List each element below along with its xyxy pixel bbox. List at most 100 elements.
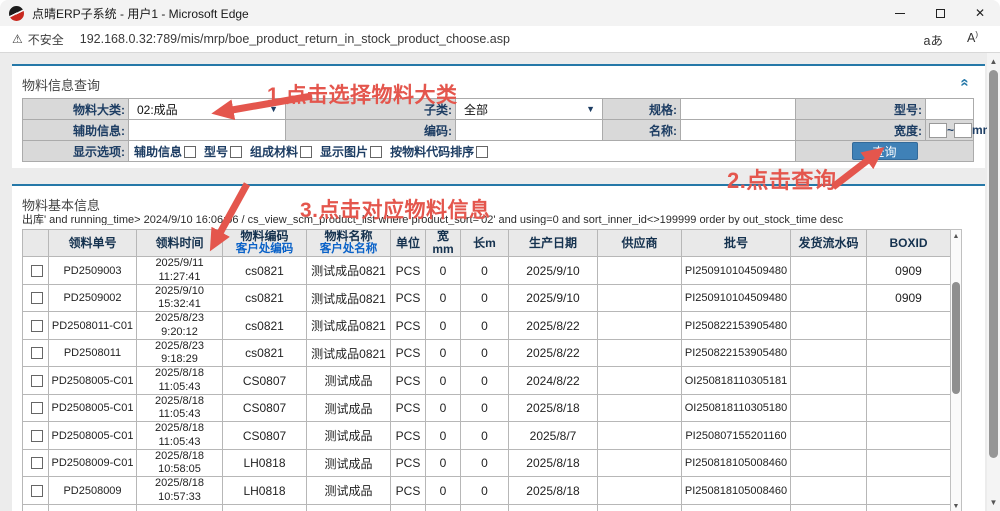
model-input[interactable]	[929, 100, 970, 119]
display-option-label: 辅助信息	[134, 145, 182, 159]
material-code-cell: LH0818	[223, 449, 307, 477]
table-row[interactable]: PD25080112025/8/239:18:29cs0821测试成品0821P…	[23, 339, 951, 367]
row-checkbox[interactable]	[31, 430, 43, 442]
scroll-up-icon[interactable]: ▲	[987, 55, 1000, 68]
spec-input[interactable]	[684, 100, 792, 119]
order-no-cell: PD2508011-C01	[49, 312, 137, 340]
scroll-up-icon[interactable]: ▲	[951, 230, 961, 242]
collapse-panel-icon[interactable]: «	[957, 78, 972, 86]
column-header: 物料名称客户处名称	[307, 230, 391, 257]
minimize-button[interactable]	[880, 0, 920, 26]
unit-cell: PCS	[391, 284, 426, 312]
display-option-checkbox[interactable]	[476, 146, 488, 158]
supplier-cell	[598, 312, 682, 340]
order-no-cell: PD2508005-C01	[49, 394, 137, 422]
prod-date-cell: 2025/8/18	[509, 394, 598, 422]
request-time-cell: 2025/8/239:20:12	[137, 312, 223, 340]
width-cell: 0	[426, 477, 461, 505]
unit-cell: PCS	[391, 422, 426, 450]
width-cell: 0	[426, 394, 461, 422]
row-checkbox[interactable]	[31, 292, 43, 304]
subclass-select[interactable]: 全部 ▼	[459, 99, 599, 119]
display-option-checkbox[interactable]	[300, 146, 312, 158]
boxid-cell: 0909	[867, 284, 951, 312]
order-no-cell: PD2509003	[49, 257, 137, 285]
table-row[interactable]: PD2508005-C012025/8/1811:05:43CS0807测试成品…	[23, 422, 951, 450]
scroll-down-icon[interactable]: ▼	[951, 500, 961, 511]
request-time-cell: 2025/8/1811:05:43	[137, 367, 223, 395]
url-text[interactable]: 192.168.0.32:789/mis/mrp/boe_product_ret…	[80, 32, 510, 46]
warning-icon: ⚠	[12, 32, 23, 46]
prod-date-cell: 2024/8/22	[509, 367, 598, 395]
width-tilde: ~	[947, 123, 954, 137]
maximize-button[interactable]	[920, 0, 960, 26]
code-input[interactable]	[459, 121, 599, 140]
table-row[interactable]: PD2508009-C012025/8/1810:58:05LH0818测试成品…	[23, 449, 951, 477]
unit-cell: PCS	[391, 394, 426, 422]
serial-cell	[791, 449, 867, 477]
window-titlebar: 点晴ERP子系统 - 用户1 - Microsoft Edge ✕	[0, 0, 1000, 26]
browser-scrollbar-thumb[interactable]	[989, 70, 998, 458]
close-button[interactable]: ✕	[960, 0, 1000, 26]
row-checkbox[interactable]	[31, 485, 43, 497]
row-checkbox[interactable]	[31, 457, 43, 469]
aux-info-input[interactable]	[132, 121, 282, 140]
security-label: 不安全	[28, 31, 64, 48]
display-options-label: 显示选项:	[23, 141, 129, 162]
batch-no-cell: PI250818105008460	[682, 477, 791, 505]
length-cell: 0	[461, 477, 509, 505]
prod-date-cell: 2025/8/7	[509, 422, 598, 450]
column-header: 宽mm	[426, 230, 461, 257]
row-checkbox[interactable]	[31, 265, 43, 277]
table-row[interactable]: PD25090032025/9/1111:27:41cs0821测试成品0821…	[23, 257, 951, 285]
display-option-checkbox[interactable]	[230, 146, 242, 158]
table-scrollbar[interactable]: ▲ ▼	[950, 229, 962, 511]
display-option-checkbox[interactable]	[184, 146, 196, 158]
material-name-cell: 测试成品	[307, 449, 391, 477]
material-code-cell: CS0807	[223, 394, 307, 422]
row-checkbox[interactable]	[31, 375, 43, 387]
width-cell: 0	[426, 504, 461, 511]
browser-scrollbar[interactable]: ▲ ▼	[987, 53, 1000, 511]
aux-info-label: 辅助信息:	[23, 120, 129, 141]
search-button[interactable]: 查询	[852, 142, 918, 160]
query-panel: 物料信息查询 « 物料大类: 02:成品 ▼ 子类: 全部	[12, 64, 985, 168]
unit-cell: PCS	[391, 257, 426, 285]
batch-no-cell: PI250910104509480	[682, 257, 791, 285]
material-code-cell: CS0807	[223, 367, 307, 395]
display-option-checkbox[interactable]	[370, 146, 382, 158]
row-checkbox-cell	[23, 422, 49, 450]
code-label: 编码:	[286, 120, 456, 141]
serial-cell	[791, 312, 867, 340]
row-checkbox[interactable]	[31, 320, 43, 332]
width-to-input[interactable]	[954, 123, 972, 138]
row-checkbox[interactable]	[31, 402, 43, 414]
read-aloud-icon[interactable]: A)	[967, 30, 978, 49]
column-header: 供应商	[598, 230, 682, 257]
table-row[interactable]: PD2508005-C012025/8/1811:05:43CS0807测试成品…	[23, 394, 951, 422]
order-no-cell: PD2508005-C01	[49, 367, 137, 395]
prod-date-cell: 2025/8/7	[509, 504, 598, 511]
boxid-cell	[867, 367, 951, 395]
row-checkbox-cell	[23, 504, 49, 511]
scroll-down-icon[interactable]: ▼	[987, 496, 1000, 509]
annotation-step3: 3.点击对应物料信息	[300, 194, 491, 224]
table-row[interactable]: PD25080052025/8/7CS0807测试成品PCS002025/8/7…	[23, 504, 951, 511]
table-scrollbar-thumb[interactable]	[952, 282, 960, 394]
name-input[interactable]	[684, 121, 792, 140]
order-no-cell: PD2508009-C01	[49, 449, 137, 477]
material-major-select[interactable]: 02:成品 ▼	[132, 99, 282, 119]
table-row[interactable]: PD2508011-C012025/8/239:20:12cs0821测试成品0…	[23, 312, 951, 340]
order-no-cell: PD2508009	[49, 477, 137, 505]
security-badge[interactable]: ⚠ 不安全	[12, 31, 64, 48]
width-from-input[interactable]	[929, 123, 947, 138]
translate-icon[interactable]: aあ	[924, 30, 943, 49]
display-option-label: 显示图片	[320, 145, 368, 159]
model-label: 型号:	[796, 99, 926, 120]
table-row[interactable]: PD25090022025/9/1015:32:41cs0821测试成品0821…	[23, 284, 951, 312]
width-cell: 0	[426, 367, 461, 395]
table-row[interactable]: PD25080092025/8/1810:57:33LH0818测试成品PCS0…	[23, 477, 951, 505]
unit-cell: PCS	[391, 477, 426, 505]
row-checkbox[interactable]	[31, 347, 43, 359]
table-row[interactable]: PD2508005-C012025/8/1811:05:43CS0807测试成品…	[23, 367, 951, 395]
